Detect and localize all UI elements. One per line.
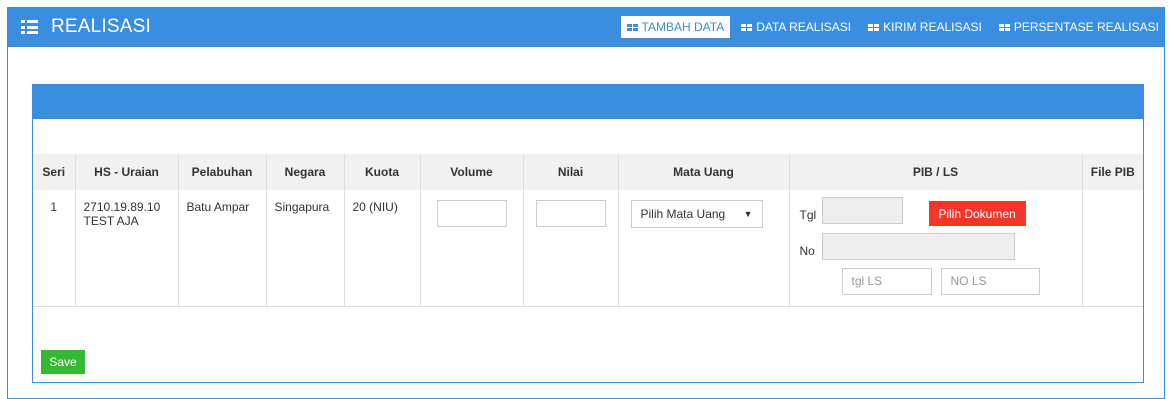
no-label: No bbox=[799, 244, 815, 258]
cell-hs-uraian: 2710.19.89.10 TEST AJA bbox=[74, 190, 178, 307]
nilai-input[interactable] bbox=[535, 200, 606, 227]
hs-code: 2710.19.89.10 bbox=[83, 200, 161, 214]
form-panel: Seri HS - Uraian Pelabuhan Negara Kuota … bbox=[32, 84, 1144, 383]
panel-header bbox=[33, 85, 1143, 119]
realisasi-table: Seri HS - Uraian Pelabuhan Negara Kuota … bbox=[33, 154, 1143, 307]
no-pib-field[interactable] bbox=[821, 233, 1015, 260]
tgl-ls-input[interactable]: tgl LS bbox=[841, 268, 932, 295]
save-button[interactable]: Save bbox=[41, 350, 85, 374]
col-pib-ls: PIB / LS bbox=[788, 154, 1082, 190]
cell-file-pib bbox=[1081, 190, 1143, 307]
cell-volume bbox=[419, 190, 523, 307]
pilih-dokumen-button[interactable]: Pilih Dokumen bbox=[928, 201, 1026, 226]
cell-pelabuhan: Batu Ampar bbox=[177, 190, 266, 307]
col-pelabuhan: Pelabuhan bbox=[177, 154, 266, 190]
col-hs-uraian: HS - Uraian bbox=[74, 154, 178, 190]
col-nilai: Nilai bbox=[522, 154, 618, 190]
cell-mata-uang: Pilih Mata Uang ▼ bbox=[617, 190, 789, 307]
volume-input[interactable] bbox=[436, 200, 507, 227]
cell-negara: Singapura bbox=[265, 190, 344, 307]
tgl-label: Tgl bbox=[799, 208, 817, 222]
table-header-row: Seri HS - Uraian Pelabuhan Negara Kuota … bbox=[33, 154, 1143, 190]
col-volume: Volume bbox=[419, 154, 523, 190]
cell-kuota: 20 (NIU) bbox=[343, 190, 420, 307]
col-seri: Seri bbox=[33, 154, 75, 190]
col-kuota: Kuota bbox=[343, 154, 420, 190]
tgl-pib-field[interactable] bbox=[821, 197, 903, 224]
mata-uang-value: Pilih Mata Uang bbox=[640, 207, 726, 221]
pib-ls-group: Tgl Pilih Dokumen No tgl LS NO LS bbox=[790, 190, 1082, 306]
col-file-pib: File PIB bbox=[1081, 154, 1143, 190]
mata-uang-select[interactable]: Pilih Mata Uang ▼ bbox=[630, 200, 763, 228]
col-mata-uang: Mata Uang bbox=[617, 154, 789, 190]
col-negara: Negara bbox=[265, 154, 344, 190]
cell-pib-ls: Tgl Pilih Dokumen No tgl LS NO LS bbox=[788, 190, 1082, 307]
caret-down-icon: ▼ bbox=[743, 209, 753, 219]
no-ls-input[interactable]: NO LS bbox=[940, 268, 1040, 295]
cell-nilai bbox=[522, 190, 618, 307]
cell-seri: 1 bbox=[33, 190, 75, 307]
table-row: 1 2710.19.89.10 TEST AJA Batu Ampar Sing… bbox=[33, 190, 1143, 307]
uraian: TEST AJA bbox=[83, 214, 139, 228]
